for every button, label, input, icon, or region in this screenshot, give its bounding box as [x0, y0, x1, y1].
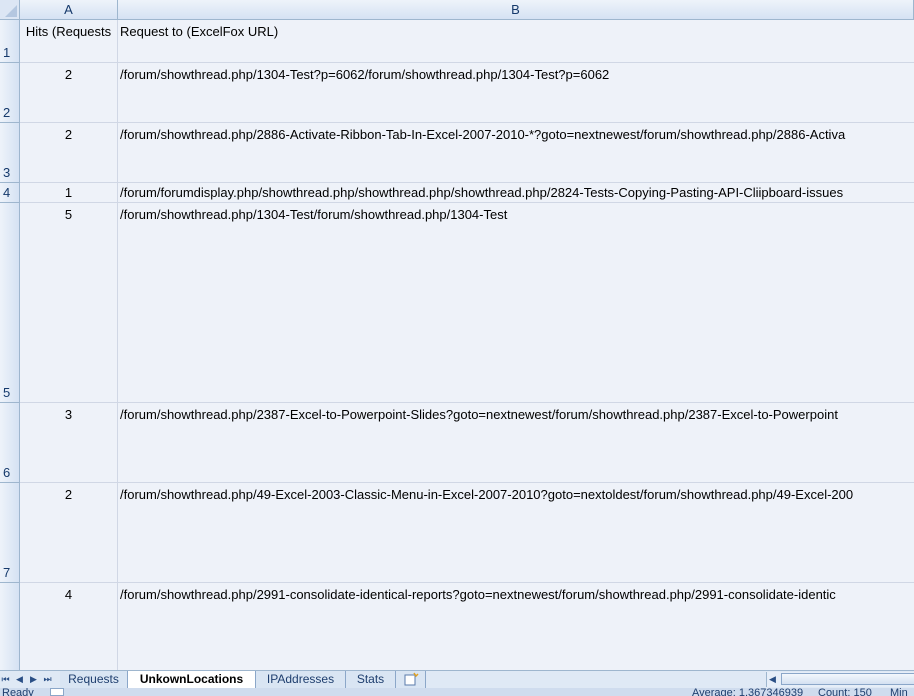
cell-b6[interactable]: /forum/showthread.php/2387-Excel-to-Powe…: [118, 403, 914, 483]
macro-record-icon[interactable]: [50, 688, 64, 696]
cell-b2[interactable]: /forum/showthread.php/1304-Test?p=6062/f…: [118, 63, 914, 123]
cell-b5[interactable]: /forum/showthread.php/1304-Test/forum/sh…: [118, 203, 914, 403]
tab-stats[interactable]: Stats: [346, 671, 396, 688]
cell-a2[interactable]: 2: [20, 63, 118, 123]
cell-b1[interactable]: Request to (ExcelFox URL): [118, 20, 914, 63]
column-header-a[interactable]: A: [20, 0, 118, 20]
row-header-5[interactable]: 5: [0, 203, 20, 403]
row-header-2[interactable]: 2: [0, 63, 20, 123]
row-header-4[interactable]: 4: [0, 183, 20, 203]
status-bar: Ready Average: 1.367346939 Count: 150 Mi…: [0, 688, 914, 696]
sheet-tab-bar: ⏮ ◀ ▶ ⏭ Requests UnkownLocations IPAddre…: [0, 670, 914, 688]
row-header-6[interactable]: 6: [0, 403, 20, 483]
cell-a8[interactable]: 4: [20, 583, 118, 670]
cell-a1[interactable]: Hits (Requests: [20, 20, 118, 63]
row-header-3[interactable]: 3: [0, 123, 20, 183]
tab-ipaddresses[interactable]: IPAddresses: [256, 671, 346, 688]
cell-b8[interactable]: /forum/showthread.php/2991-consolidate-i…: [118, 583, 914, 670]
scroll-left-icon[interactable]: ◀: [767, 673, 778, 685]
row-header-1[interactable]: 1: [0, 20, 20, 63]
cell-a6[interactable]: 3: [20, 403, 118, 483]
cell-b7[interactable]: /forum/showthread.php/49-Excel-2003-Clas…: [118, 483, 914, 583]
tab-unkownlocations[interactable]: UnkownLocations: [128, 671, 256, 688]
worksheet-grid[interactable]: A B 1 Hits (Requests Request to (ExcelFo…: [0, 0, 914, 670]
row-header-7[interactable]: 7: [0, 483, 20, 583]
status-ready: Ready: [2, 688, 34, 696]
tab-requests[interactable]: Requests: [60, 671, 128, 688]
cell-a3[interactable]: 2: [20, 123, 118, 183]
first-sheet-icon[interactable]: ⏮: [0, 673, 11, 685]
status-min: Min: [890, 688, 908, 696]
cell-a7[interactable]: 2: [20, 483, 118, 583]
last-sheet-icon[interactable]: ⏭: [42, 673, 53, 685]
cell-b3[interactable]: /forum/showthread.php/2886-Activate-Ribb…: [118, 123, 914, 183]
scroll-thumb[interactable]: [781, 673, 914, 685]
insert-sheet-icon[interactable]: [396, 671, 426, 688]
cell-b4[interactable]: /forum/forumdisplay.php/showthread.php/s…: [118, 183, 914, 203]
cell-a5[interactable]: 5: [20, 203, 118, 403]
status-count: Count: 150: [818, 688, 872, 696]
next-sheet-icon[interactable]: ▶: [28, 673, 39, 685]
prev-sheet-icon[interactable]: ◀: [14, 673, 25, 685]
cell-a4[interactable]: 1: [20, 183, 118, 203]
row-header-8[interactable]: [0, 583, 20, 670]
horizontal-scrollbar[interactable]: ◀: [766, 672, 914, 687]
select-all-button[interactable]: [0, 0, 20, 20]
column-header-b[interactable]: B: [118, 0, 914, 20]
status-average: Average: 1.367346939: [692, 688, 804, 696]
